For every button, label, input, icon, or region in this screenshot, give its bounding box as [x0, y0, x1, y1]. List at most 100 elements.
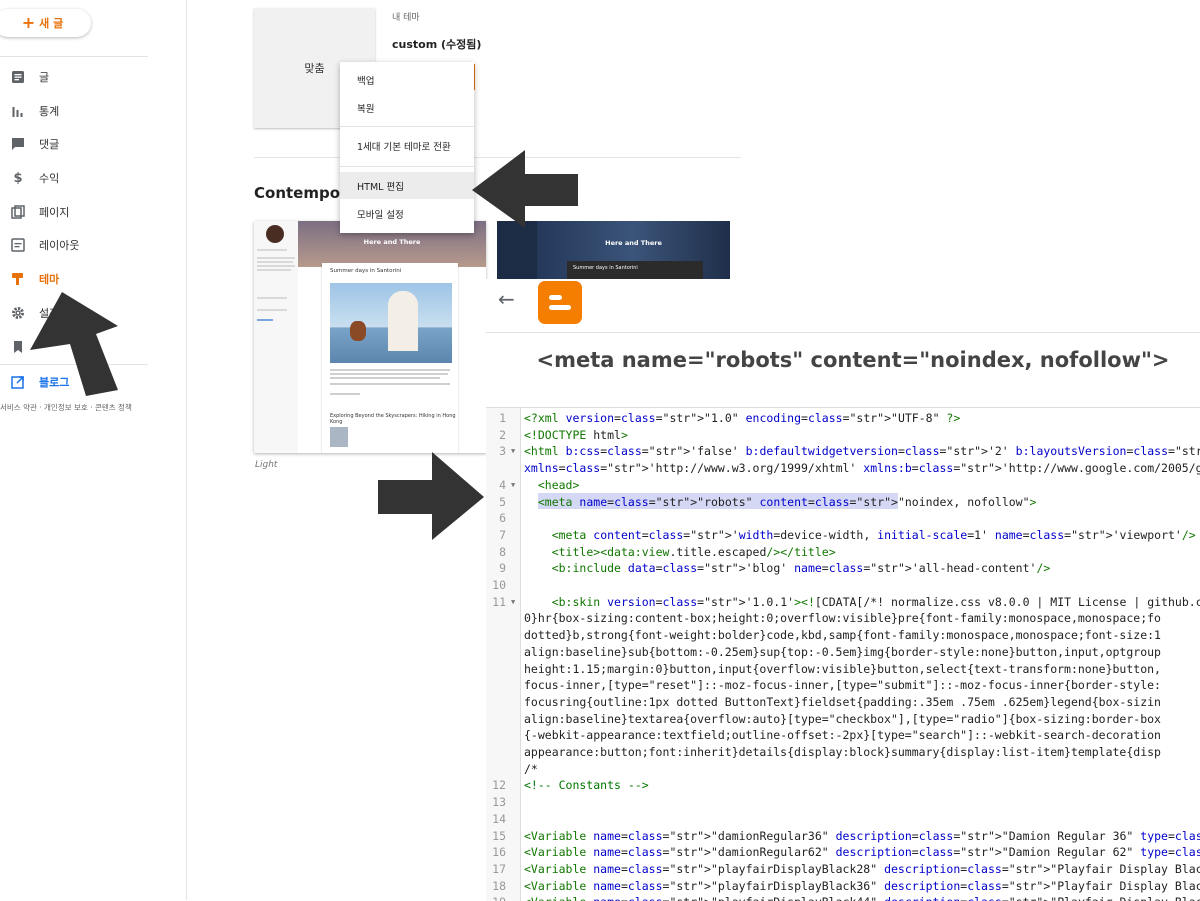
sidebar-item-label: 글: [39, 71, 50, 84]
preview-pot: [350, 321, 366, 341]
code-text: /*: [524, 761, 538, 776]
code-text: align:baseline}sub{bottom:-0.25em}sup{to…: [524, 644, 1161, 659]
line-number: 7: [499, 527, 506, 542]
preview-line: [257, 257, 295, 259]
code-text: <title><data:view.title.escaped/></title…: [551, 544, 836, 559]
preview-text-line: [330, 393, 360, 395]
code-text: <head>: [537, 477, 580, 492]
preview-text-line: [330, 369, 450, 371]
preview-text-line: [330, 383, 450, 385]
sidebar-item-label: 페이지: [39, 206, 70, 219]
sidebar-item-label: 통계: [39, 105, 60, 118]
sidebar-item-layout[interactable]: 레이아웃: [0, 231, 148, 259]
layout-icon: [10, 237, 26, 253]
line-number: 4: [499, 477, 506, 492]
sidebar-item-label: 테마: [39, 273, 60, 286]
preview-post-thumb: [330, 427, 348, 447]
theme-preview-dark[interactable]: Here and There Summer days in Santorini: [497, 221, 730, 281]
blogger-logo: [538, 281, 582, 324]
sidebar-item-earnings[interactable]: $ 수익: [0, 164, 148, 192]
sidebar: + 새 글 글 통계 댓글 $ 수익 페이지 레이아웃 테마 설정 블로그 서비…: [0, 0, 187, 900]
code-text: xmlns=class="str">'http://www.w3.org/199…: [524, 461, 1200, 476]
line-number: 3: [499, 444, 506, 459]
preview-post-card: Summer days in Santorini Exploring Beyon…: [322, 263, 458, 453]
theme-preview-light[interactable]: Here and There Summer days in Santorini …: [254, 221, 486, 453]
fold-toggle-icon[interactable]: ▼: [511, 594, 515, 610]
stats-icon: [10, 103, 26, 119]
menu-item-mobile-settings[interactable]: 모바일 설정: [340, 200, 474, 227]
line-number: 9: [499, 561, 506, 576]
comments-icon: [10, 136, 26, 152]
sidebar-divider: [0, 56, 148, 57]
menu-item-edit-html[interactable]: HTML 편집: [340, 172, 474, 199]
posts-icon: [10, 69, 26, 85]
preview-post-image: [330, 283, 452, 363]
preview-text-line: [330, 377, 440, 379]
line-number: 13: [492, 795, 506, 810]
code-text: <!-- Constants -->: [524, 778, 649, 793]
my-theme-name: custom (수정됨): [392, 38, 482, 51]
code-text: 0}hr{box-sizing:content-box;height:0;ove…: [524, 611, 1161, 626]
preview-header-title: Here and There: [363, 238, 421, 246]
arrow-pointing-right-icon: [378, 452, 484, 540]
line-number: 1: [499, 411, 506, 425]
code-text: dotted}b,strong{font-weight:bolder}code,…: [524, 628, 1161, 643]
theme-icon: [10, 271, 26, 287]
code-text: <b:skin version=class="str">'1.0.1'><![C…: [551, 594, 1200, 609]
earnings-icon: $: [13, 170, 23, 186]
code-text: {-webkit-appearance:textfield;outline-of…: [524, 728, 1161, 743]
menu-item-classic-theme[interactable]: 1세대 기본 테마로 전환: [340, 132, 474, 159]
menu-item-restore[interactable]: 복원: [340, 94, 474, 121]
preview-sidebar: [254, 221, 298, 453]
fold-toggle-icon[interactable]: ▼: [511, 443, 515, 459]
code-text: <meta name=class="str">"robots" content=…: [537, 494, 1037, 509]
new-post-button[interactable]: + 새 글: [0, 9, 91, 37]
code-text: align:baseline}textarea{overflow:auto}[t…: [524, 711, 1161, 726]
logo-bar: [549, 304, 571, 310]
code-text: <html b:css=class="str">'false' b:defaul…: [524, 444, 1200, 459]
code-text: <Variable name=class="str">"playfairDisp…: [524, 861, 1200, 876]
preview-line: [257, 249, 287, 251]
code-text: <meta content=class="str">'width=device-…: [551, 527, 1196, 542]
back-arrow-icon[interactable]: ←: [498, 287, 515, 311]
line-number: 14: [492, 811, 506, 826]
menu-divider: [340, 166, 474, 167]
arrow-pointing-up-icon: [30, 292, 118, 396]
sidebar-item-label: 레이아웃: [39, 239, 80, 252]
arrow-pointing-left-icon: [472, 150, 578, 228]
logo-bar: [549, 294, 562, 300]
menu-divider: [340, 126, 474, 127]
code-text: <Variable name=class="str">"damionRegula…: [524, 845, 1200, 860]
sidebar-item-theme[interactable]: 테마: [0, 265, 148, 293]
code-text: <Variable name=class="str">"playfairDisp…: [524, 878, 1200, 893]
sidebar-item-pages[interactable]: 페이지: [0, 198, 148, 226]
preview-post-title-2: Exploring Beyond the Skyscrapers: Hiking…: [330, 413, 456, 425]
preview-line: [257, 261, 293, 263]
avatar: [266, 225, 284, 243]
annotation-headline: <meta name="robots" content="noindex, no…: [536, 348, 1170, 372]
code-editor[interactable]: 1 <?xml version=class="str">"1.0" encodin…: [486, 407, 1200, 901]
menu-item-backup[interactable]: 백업: [340, 66, 474, 93]
sidebar-item-comments[interactable]: 댓글: [0, 130, 148, 158]
code-text: focus-inner,[type="reset"]::-moz-focus-i…: [524, 678, 1161, 693]
code-text: <Variable name=class="str">"damionRegula…: [524, 828, 1200, 843]
preview-line: [257, 319, 273, 321]
preview-dark-title: Here and There: [605, 239, 662, 247]
footer-links[interactable]: 서비스 약관 · 개인정보 보호 · 콘텐츠 정책: [0, 402, 132, 413]
my-theme-label: 내 테마: [392, 13, 420, 23]
reading-list-icon: [10, 339, 26, 355]
preview-line: [257, 309, 287, 311]
sidebar-item-posts[interactable]: 글: [0, 63, 148, 91]
line-number: 10: [492, 578, 506, 592]
new-post-label: 새 글: [39, 17, 64, 30]
sidebar-item-stats[interactable]: 통계: [0, 97, 148, 125]
code-text: appearance:button;font:inherit}details{d…: [524, 745, 1161, 759]
sidebar-item-label: 댓글: [39, 138, 60, 151]
line-number: 16: [492, 845, 506, 860]
preview-dark-post-title: Summer days in Santorini: [573, 265, 638, 271]
fold-toggle-icon[interactable]: ▼: [511, 477, 515, 493]
preview-post-title: Summer days in Santorini: [330, 268, 402, 274]
line-number: 12: [492, 778, 506, 793]
line-number: 11: [492, 594, 506, 609]
view-blog-icon: [10, 374, 26, 390]
